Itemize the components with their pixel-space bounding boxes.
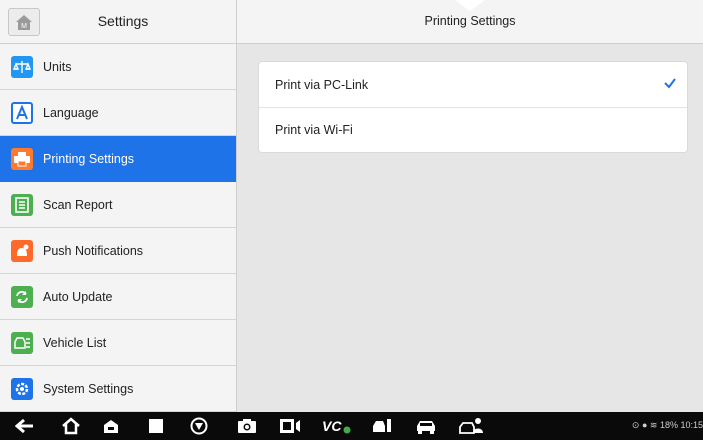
car-icon[interactable] xyxy=(414,416,438,436)
sidebar-item-system-settings[interactable]: System Settings xyxy=(0,366,236,412)
units-icon xyxy=(11,55,33,78)
dashboard-icon[interactable] xyxy=(100,416,122,436)
option-print-via-pc-link[interactable]: Print via PC-Link xyxy=(259,62,687,107)
option-print-via-wifi[interactable]: Print via Wi-Fi xyxy=(259,107,687,152)
app-icon: ● xyxy=(641,420,648,430)
language-icon xyxy=(11,101,33,124)
sidebar-item-label: Push Notifications xyxy=(43,243,144,258)
sidebar-item-scan-report[interactable]: Scan Report xyxy=(0,182,236,228)
settings-sidebar: M Settings Units Language Printing Setti… xyxy=(0,0,237,412)
vci-icon[interactable]: VC xyxy=(322,416,352,436)
status-text: 18% 10:15 xyxy=(659,420,703,430)
home-icon[interactable] xyxy=(60,416,82,436)
sidebar-item-label: Units xyxy=(43,59,72,74)
option-label: Print via PC-Link xyxy=(275,77,369,92)
sidebar-item-label: Scan Report xyxy=(43,197,113,212)
system-navigation-bar: VC ⊙ ● ≋ 18% 10:15 xyxy=(0,412,703,440)
sidebar-item-label: System Settings xyxy=(43,381,134,396)
header-pointer xyxy=(455,0,485,11)
sidebar-item-language[interactable]: Language xyxy=(0,90,236,136)
option-label: Print via Wi-Fi xyxy=(275,123,353,137)
update-icon xyxy=(11,285,33,308)
status-bar: ⊙ ● ≋ 18% 10:15 xyxy=(632,420,703,431)
vehicle-list-icon xyxy=(11,331,33,354)
sidebar-item-label: Language xyxy=(43,105,99,120)
sidebar-title: Settings xyxy=(97,13,149,29)
report-icon xyxy=(11,193,33,216)
browser-icon[interactable] xyxy=(188,416,210,436)
notification-icon xyxy=(11,239,33,262)
sidebar-item-label: Vehicle List xyxy=(43,335,107,350)
sidebar-item-auto-update[interactable]: Auto Update xyxy=(0,274,236,320)
screenshot-icon[interactable] xyxy=(278,416,302,436)
location-icon: ⊙ xyxy=(631,420,640,430)
sidebar-item-label: Printing Settings xyxy=(43,151,135,166)
recent-apps-icon[interactable] xyxy=(146,416,166,436)
vehicle-service-icon[interactable] xyxy=(370,416,396,436)
back-icon[interactable] xyxy=(14,416,36,436)
svg-text:VC: VC xyxy=(322,418,342,434)
sidebar-item-units[interactable]: Units xyxy=(0,44,236,90)
vehicle-diagnostics-icon[interactable] xyxy=(458,416,486,436)
sidebar-header: M Settings xyxy=(0,0,236,44)
checkmark-icon xyxy=(664,78,676,89)
sidebar-item-push-notifications[interactable]: Push Notifications xyxy=(0,228,236,274)
camera-icon[interactable] xyxy=(236,416,258,436)
print-options-list: Print via PC-Link Print via Wi-Fi xyxy=(258,61,688,153)
system-settings-icon xyxy=(11,377,33,400)
printer-icon xyxy=(11,147,33,170)
sidebar-item-printing-settings[interactable]: Printing Settings xyxy=(0,136,236,182)
wifi-icon: ≋ xyxy=(649,420,658,430)
sidebar-item-vehicle-list[interactable]: Vehicle List xyxy=(0,320,236,366)
sidebar-item-label: Auto Update xyxy=(43,289,113,304)
